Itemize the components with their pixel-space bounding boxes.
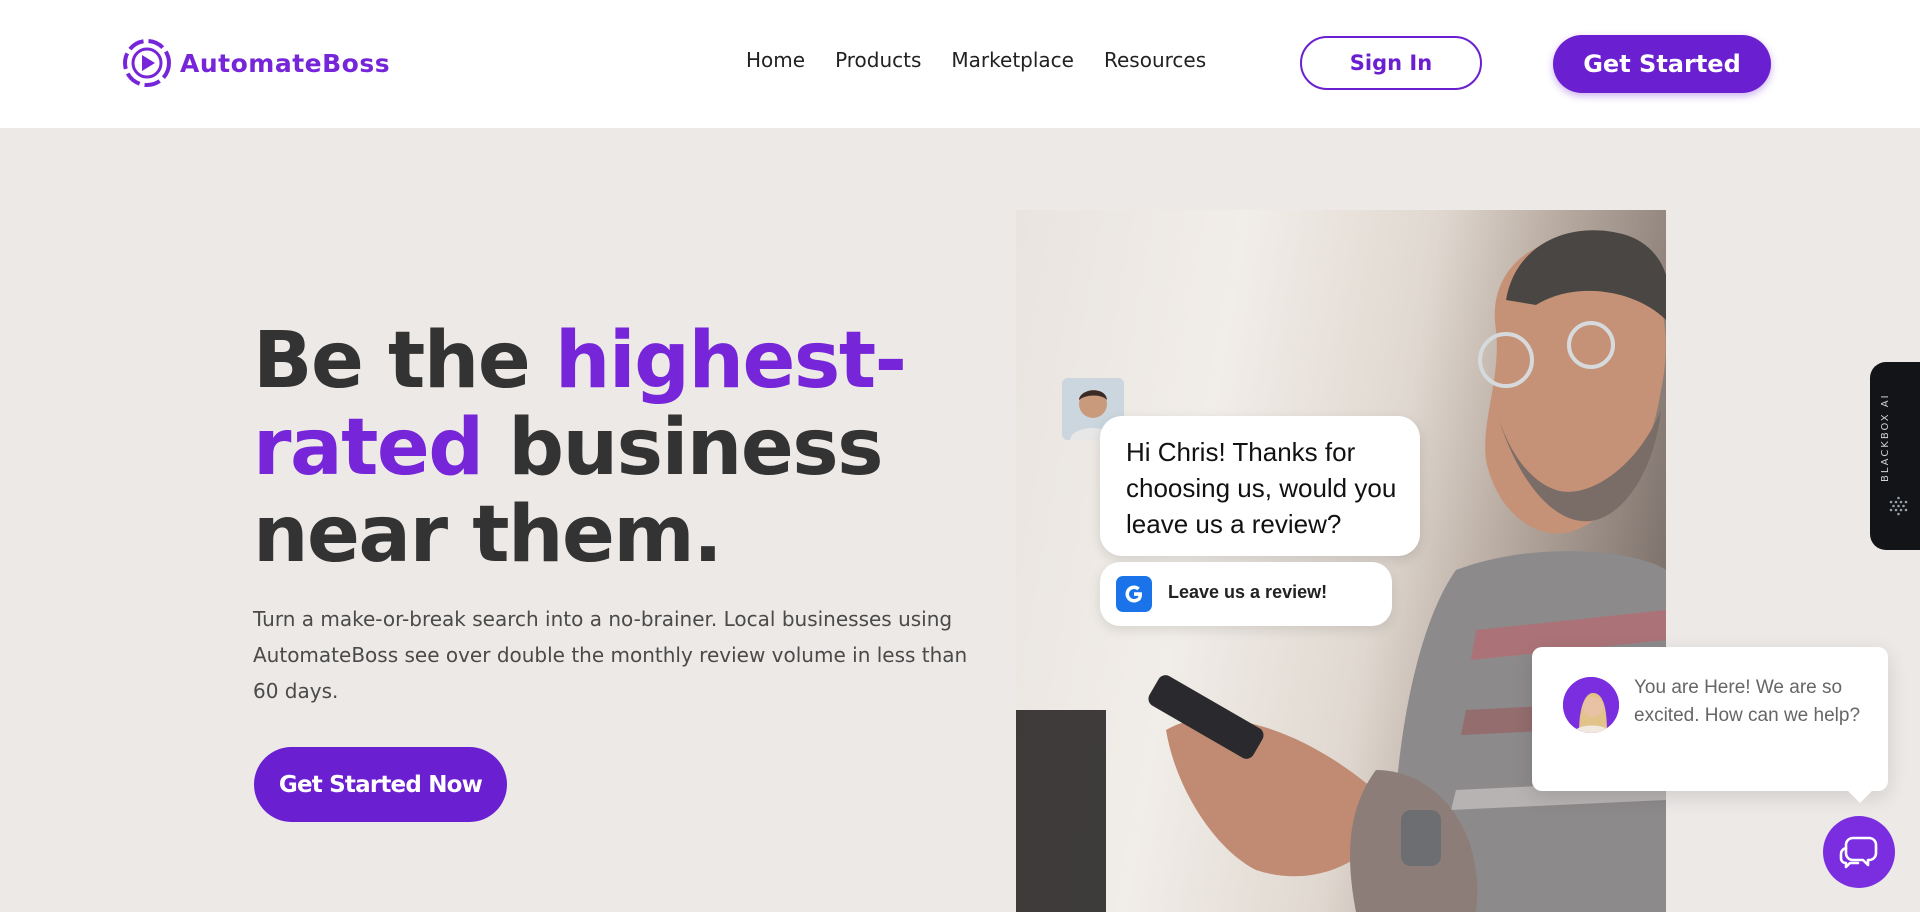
sign-in-button[interactable]: Sign In [1300,36,1482,90]
hero-title-accent2: rated [253,403,484,493]
hero-photo: Hi Chris! Thanks for choosing us, would … [1016,210,1666,912]
brand-logo[interactable]: AutomateBoss [118,34,390,92]
chat-greeting-popup[interactable]: You are Here! We are so excited. How can… [1532,647,1888,803]
person-icon [1563,677,1619,733]
leave-review-pill: Leave us a review! [1100,562,1392,626]
hero-title: Be the highest-rated business near them. [253,318,953,579]
chat-bubbles-icon [1839,836,1878,869]
hero-description: Turn a make-or-break search into a no-br… [253,607,968,703]
get-started-now-button[interactable]: Get Started Now [254,747,507,822]
google-g-icon [1116,576,1152,612]
leave-review-label: Leave us a review! [1168,582,1328,602]
hero-title-part3: near them. [253,490,723,580]
message-bubble: Hi Chris! Thanks for choosing us, would … [1100,416,1420,556]
brand-name: AutomateBoss [180,48,391,78]
agent-avatar [1563,677,1619,733]
blackbox-ai-label: BLACKBOX AI [1880,393,1891,482]
blackbox-ai-tab[interactable]: BLACKBOX AI [1870,362,1920,550]
hero-title-part1: Be the [253,316,555,406]
main-nav: Home Products Marketplace Resources [746,48,1206,72]
get-started-button[interactable]: Get Started [1553,35,1771,93]
dots-grid-icon [1889,496,1908,516]
hero-title-accent1: highest- [554,316,907,406]
chat-greeting-text: You are Here! We are so excited. How can… [1634,677,1861,726]
site-header: AutomateBoss Home Products Marketplace R… [0,0,1920,128]
man-with-phone-illustration [1016,230,1666,912]
message-text: Hi Chris! Thanks for choosing us, would … [1126,437,1397,539]
nav-home[interactable]: Home [746,48,805,72]
nav-products[interactable]: Products [835,48,921,72]
hero-title-part2: business [482,403,883,493]
nav-marketplace[interactable]: Marketplace [951,48,1074,72]
nav-resources[interactable]: Resources [1104,48,1206,72]
chat-launcher-button[interactable] [1823,816,1895,888]
gear-play-icon [123,39,171,87]
